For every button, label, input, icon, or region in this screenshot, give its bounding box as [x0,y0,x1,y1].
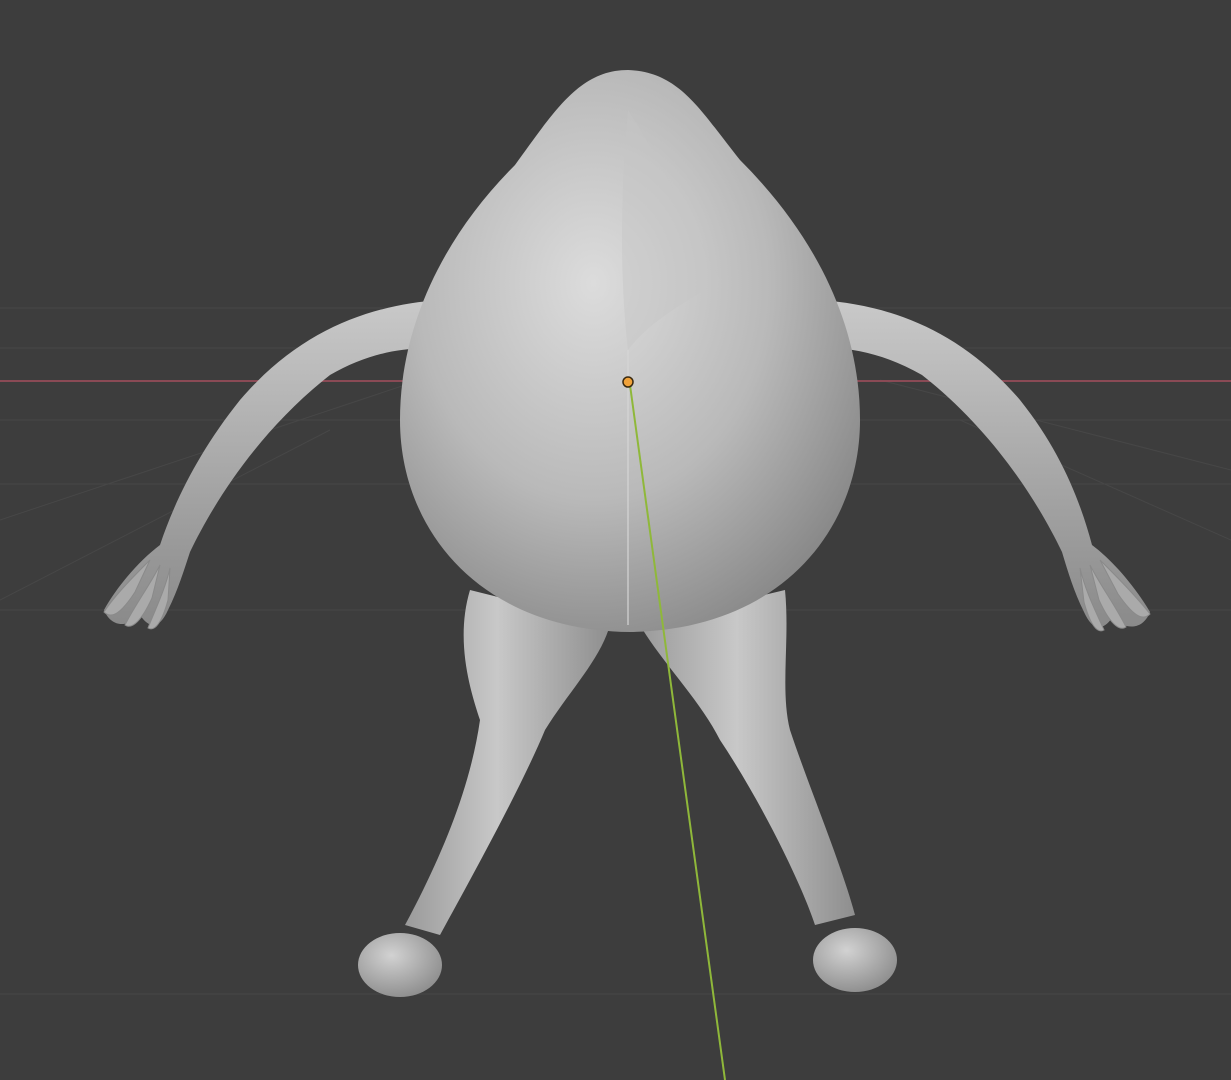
right-leg[interactable] [640,590,855,925]
right-foot[interactable] [813,928,897,992]
viewport-canvas[interactable] [0,0,1231,1080]
right-arm[interactable] [815,300,1150,628]
3d-viewport[interactable] [0,0,1231,1080]
left-foot[interactable] [358,933,442,997]
object-origin-marker[interactable] [622,376,634,388]
creature-mesh[interactable] [103,70,1151,997]
left-leg[interactable] [405,590,610,935]
